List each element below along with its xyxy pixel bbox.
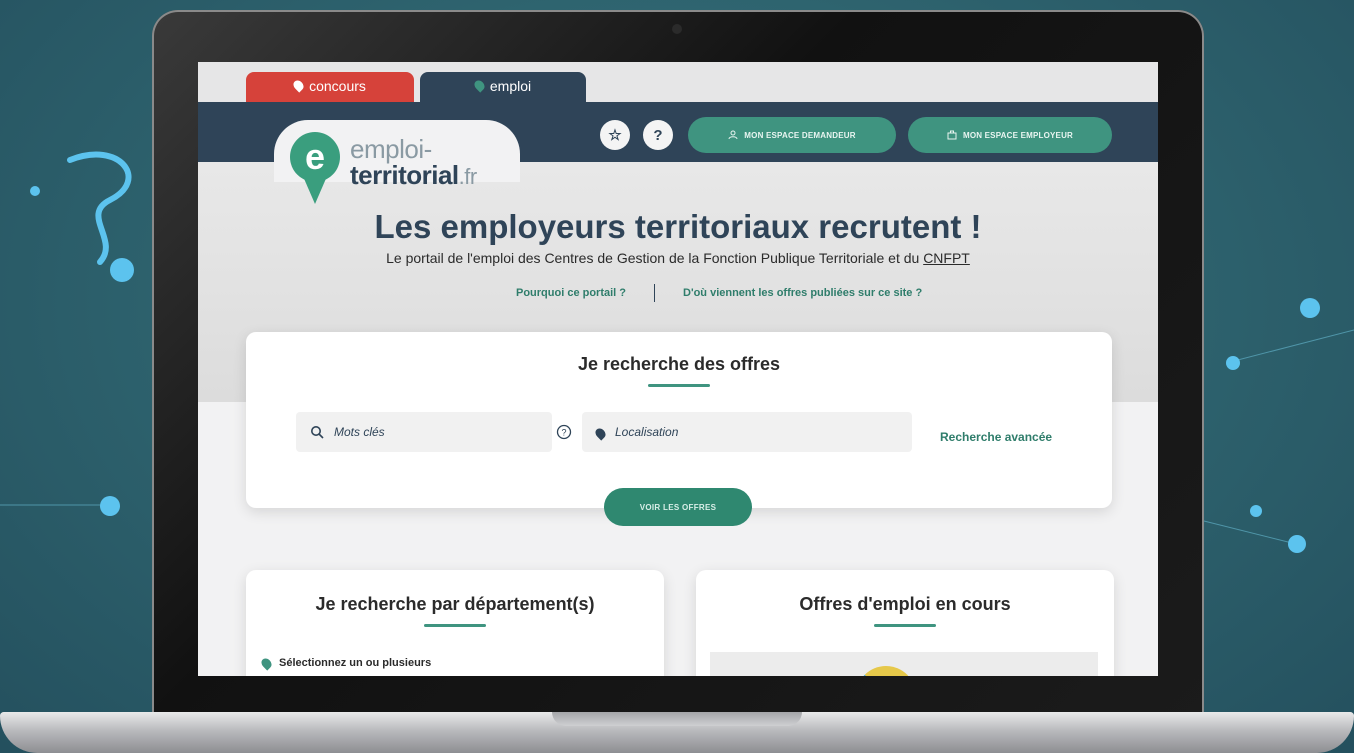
keywords-input[interactable]: Mots clés xyxy=(296,412,552,452)
title-underline xyxy=(648,384,710,387)
tab-emploi-label: emploi xyxy=(489,78,532,94)
department-card-title: Je recherche par département(s) xyxy=(315,594,595,614)
origine-offres-link[interactable]: D'où viennent les offres publiées sur ce… xyxy=(683,287,922,299)
question-icon: ? xyxy=(653,126,663,144)
network-dot xyxy=(100,496,120,516)
browser-screen: concours emploi ☆ ? MON ESPACE DEMANDEUR… xyxy=(198,62,1158,676)
demandeur-space-label: MON ESPACE DEMANDEUR xyxy=(744,130,856,140)
divider xyxy=(654,284,656,302)
user-icon xyxy=(728,130,738,140)
page-subtitle: Le portail de l'emploi des Centres de Ge… xyxy=(386,250,970,266)
pin-icon xyxy=(472,78,487,93)
location-placeholder: Localisation xyxy=(615,425,679,439)
hero-links: Pourquoi ce portail ? D'où viennent les … xyxy=(516,284,922,302)
advanced-search-link[interactable]: Recherche avancée xyxy=(940,430,1052,444)
page-title: Les employeurs territoriaux recrutent ! xyxy=(374,208,982,245)
keywords-placeholder: Mots clés xyxy=(334,425,385,439)
tab-emploi[interactable]: emploi xyxy=(420,72,586,104)
network-dot xyxy=(1288,535,1306,553)
tab-concours-label: concours xyxy=(309,78,366,94)
logo-pin-tail xyxy=(302,174,328,204)
tab-concours[interactable]: concours xyxy=(246,72,414,104)
pin-icon xyxy=(291,78,306,93)
logo-text-line2: territorial.fr xyxy=(350,160,477,190)
star-icon: ☆ xyxy=(608,127,622,144)
favorites-button[interactable]: ☆ xyxy=(600,120,630,150)
search-card-title: Je recherche des offres xyxy=(577,354,781,374)
laptop-notch xyxy=(552,712,802,726)
network-dot xyxy=(1226,356,1240,370)
search-icon xyxy=(311,426,324,439)
search-card: Je recherche des offres Mots clés ? Loca… xyxy=(246,332,1112,526)
department-select[interactable]: Sélectionnez un ou plusieurs xyxy=(259,656,432,671)
webcam xyxy=(672,24,682,34)
network-dot xyxy=(1250,505,1262,517)
employeur-space-button[interactable]: MON ESPACE EMPLOYEUR xyxy=(908,117,1112,153)
help-button[interactable]: ? xyxy=(643,120,673,150)
network-dot xyxy=(110,258,134,282)
demandeur-space-button[interactable]: MON ESPACE DEMANDEUR xyxy=(688,117,896,153)
view-offers-button[interactable]: VOIR LES OFFRES xyxy=(604,488,752,526)
department-card: Je recherche par département(s) Sélectio… xyxy=(246,570,664,676)
network-dot xyxy=(30,186,40,196)
offers-card-title: Offres d'emploi en cours xyxy=(799,594,1011,614)
location-input[interactable]: Localisation xyxy=(582,412,912,452)
network-dot xyxy=(1300,298,1320,318)
offers-card: Offres d'emploi en cours xyxy=(696,570,1114,676)
pourquoi-link[interactable]: Pourquoi ce portail ? xyxy=(516,287,626,299)
briefcase-icon xyxy=(947,130,957,140)
title-underline xyxy=(874,624,936,627)
employeur-space-label: MON ESPACE EMPLOYEUR xyxy=(962,130,1074,140)
title-underline xyxy=(424,624,486,627)
location-pin-icon xyxy=(259,656,274,671)
location-pin-icon xyxy=(593,425,608,441)
help-circle-icon[interactable]: ? xyxy=(556,424,572,445)
cnfpt-link[interactable]: CNFPT xyxy=(923,250,970,266)
department-select-label: Sélectionnez un ou plusieurs xyxy=(279,656,432,669)
svg-text:?: ? xyxy=(561,428,566,438)
